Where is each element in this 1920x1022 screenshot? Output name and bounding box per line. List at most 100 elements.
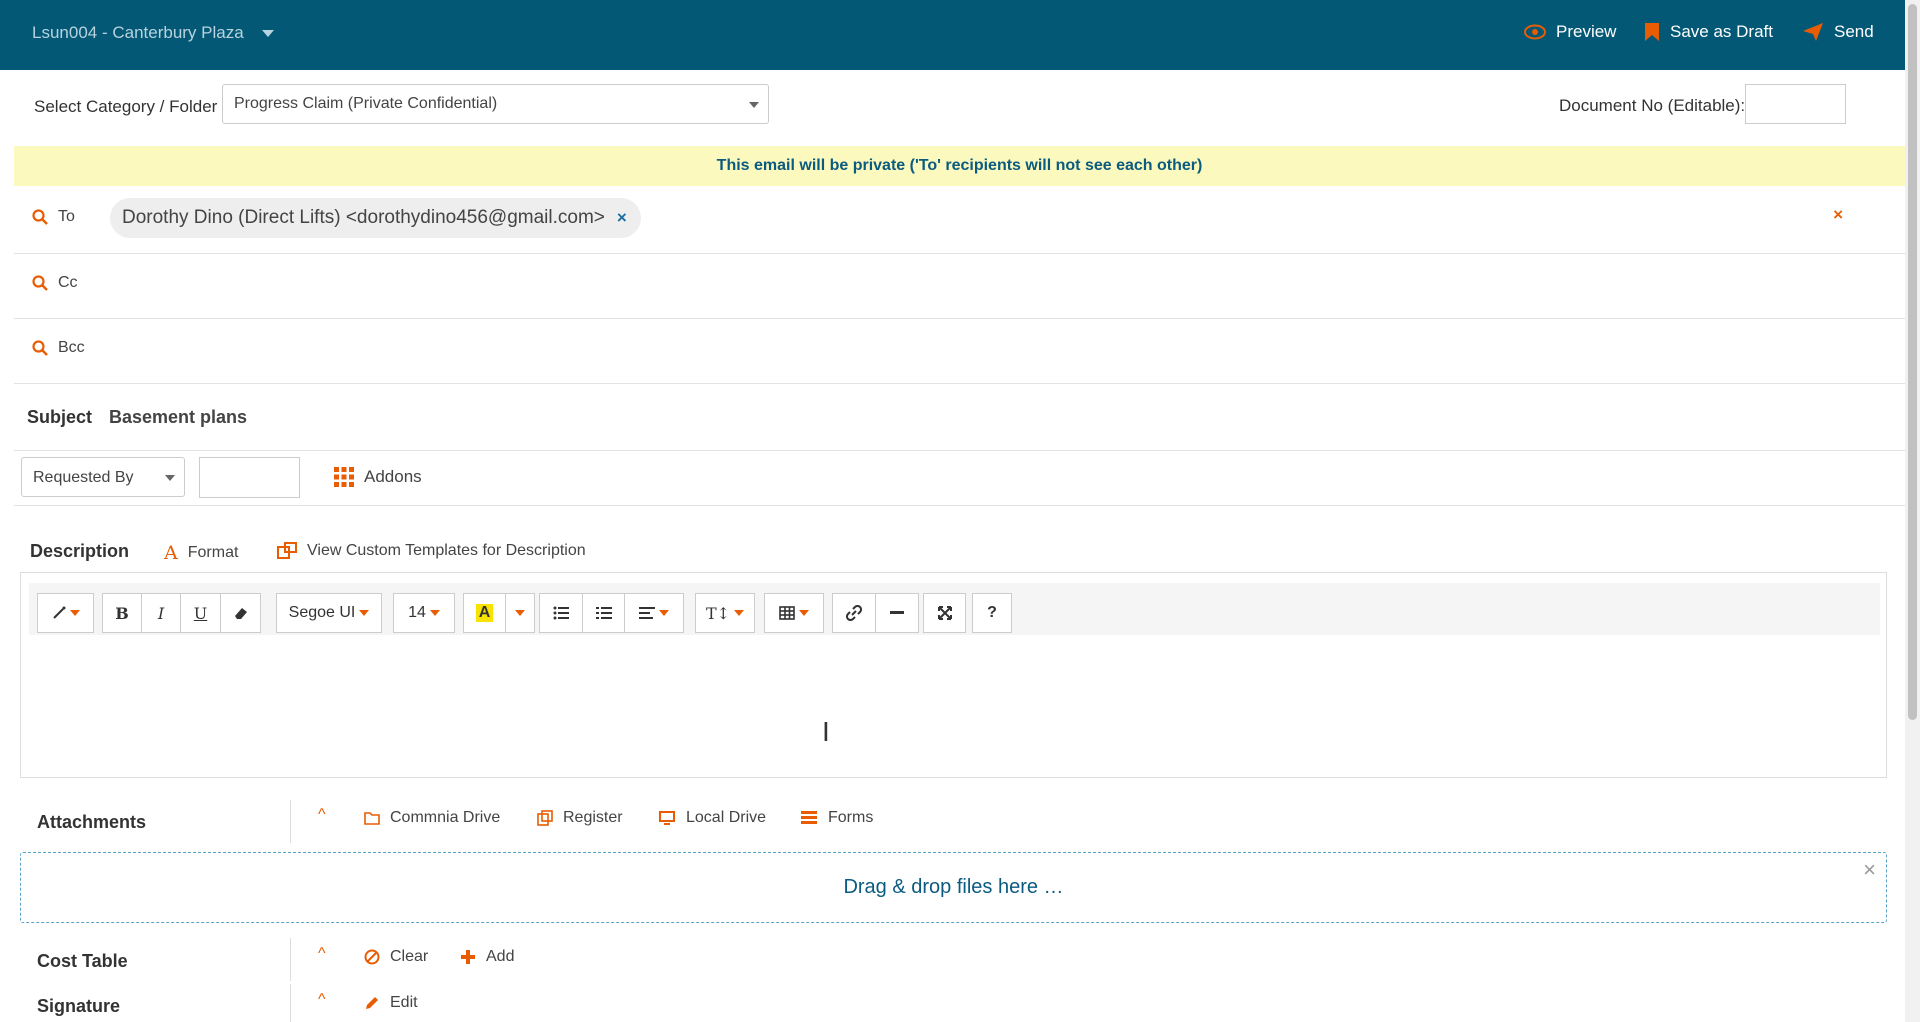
fullscreen-icon	[937, 606, 952, 620]
text-cursor-icon: I	[822, 716, 830, 747]
monitor-icon	[659, 811, 675, 825]
divider	[290, 800, 291, 843]
scrollbar-thumb[interactable]	[1908, 4, 1917, 720]
ban-icon	[364, 949, 380, 965]
save-draft-button[interactable]: Save as Draft	[1644, 22, 1773, 42]
highlight-color-icon: A	[475, 604, 494, 622]
addons-button[interactable]: Addons	[334, 467, 422, 487]
table-button[interactable]	[764, 593, 824, 633]
edit-signature-button[interactable]: Edit	[364, 994, 418, 1012]
bcc-lookup[interactable]: Bcc	[32, 339, 85, 357]
description-editor[interactable]: B I U Segoe UI 14 A T↕ ?	[20, 572, 1887, 778]
font-family-select[interactable]: Segoe UI	[276, 593, 382, 633]
paper-plane-icon	[1803, 23, 1823, 41]
templates-label: View Custom Templates for Description	[307, 542, 586, 559]
cc-lookup[interactable]: Cc	[32, 274, 78, 292]
register-button[interactable]: Register	[537, 809, 623, 827]
eraser-icon	[234, 608, 247, 619]
to-lookup[interactable]: To	[32, 208, 75, 226]
fullscreen-button[interactable]	[923, 593, 966, 633]
register-label: Register	[563, 809, 623, 826]
requested-by-input[interactable]	[199, 457, 300, 498]
commnia-drive-label: Commnia Drive	[390, 809, 501, 826]
chevron-down-icon	[749, 102, 759, 108]
subject-label: Subject	[27, 407, 93, 427]
add-cost-button[interactable]: Add	[460, 948, 514, 966]
category-label: Select Category / Folder	[34, 97, 218, 116]
requested-by-value: Requested By	[33, 469, 134, 486]
chevron-up-icon[interactable]: ^	[318, 806, 326, 824]
font-size-select[interactable]: 14	[393, 593, 455, 633]
italic-button[interactable]: I	[141, 593, 181, 633]
search-icon	[32, 209, 48, 225]
attachments-label: Attachments	[37, 812, 147, 832]
category-value: Progress Claim (Private Confidential)	[234, 95, 498, 112]
clear-recipients-icon[interactable]: ×	[1833, 205, 1843, 225]
eye-icon	[1524, 24, 1546, 40]
align-button[interactable]	[624, 593, 684, 633]
clear-cost-label: Clear	[390, 948, 429, 965]
editor-toolbar: B I U Segoe UI 14 A T↕ ?	[29, 583, 1880, 635]
color-dropdown[interactable]	[505, 593, 535, 633]
preview-button[interactable]: Preview	[1524, 22, 1616, 42]
divider	[290, 984, 291, 1022]
horizontal-rule-button[interactable]	[875, 593, 919, 633]
bullet-list-button[interactable]	[539, 593, 583, 633]
description-label: Description	[30, 541, 130, 561]
clear-format-button[interactable]	[220, 593, 261, 633]
register-icon	[537, 810, 553, 826]
privacy-banner: This email will be private ('To' recipie…	[14, 146, 1905, 186]
divider	[14, 450, 1905, 451]
clear-cost-button[interactable]: Clear	[364, 948, 428, 966]
templates-button[interactable]: View Custom Templates for Description	[277, 542, 586, 560]
doc-no-input[interactable]	[1745, 84, 1846, 124]
chevron-down-icon[interactable]	[262, 30, 274, 37]
requested-by-select[interactable]: Requested By	[21, 457, 185, 497]
link-button[interactable]	[832, 593, 876, 633]
help-button[interactable]: ?	[972, 593, 1012, 633]
bcc-row: Bcc	[14, 318, 1905, 384]
local-drive-label: Local Drive	[686, 809, 767, 826]
local-drive-button[interactable]: Local Drive	[658, 809, 766, 827]
cc-row: Cc	[14, 253, 1905, 319]
send-button[interactable]: Send	[1802, 22, 1874, 42]
numbered-list-button[interactable]	[582, 593, 625, 633]
search-icon	[32, 275, 48, 291]
templates-icon	[277, 542, 297, 559]
remove-recipient-icon[interactable]: ×	[617, 208, 627, 228]
folder-icon	[364, 812, 380, 825]
bcc-label: Bcc	[58, 339, 85, 356]
cost-table-label: Cost Table	[37, 951, 128, 971]
line-height-button[interactable]: T↕	[695, 593, 755, 633]
recipient-chip: Dorothy Dino (Direct Lifts) <dorothydino…	[110, 198, 641, 238]
font-format-icon: A	[164, 542, 178, 564]
commnia-drive-button[interactable]: Commnia Drive	[364, 809, 500, 827]
close-icon[interactable]: ×	[1863, 835, 1876, 904]
bookmark-icon	[1645, 23, 1659, 41]
format-button[interactable]: A Format	[164, 542, 238, 564]
chevron-up-icon[interactable]: ^	[318, 991, 326, 1009]
category-select[interactable]: Progress Claim (Private Confidential)	[222, 84, 769, 124]
forms-button[interactable]: Forms	[800, 809, 873, 827]
underline-button[interactable]: U	[180, 593, 221, 633]
project-selector[interactable]: Lsun004 - Canterbury Plaza	[32, 23, 244, 43]
addons-label: Addons	[364, 467, 422, 486]
subject-input[interactable]: Basement plans	[109, 407, 247, 428]
divider	[290, 938, 291, 981]
pencil-icon	[366, 997, 378, 1009]
send-label: Send	[1834, 22, 1874, 41]
align-left-icon	[639, 607, 655, 619]
file-dropzone[interactable]: Drag & drop files here … ×	[20, 852, 1887, 923]
text-height-icon: T↕	[705, 603, 731, 623]
preview-label: Preview	[1556, 22, 1617, 41]
highlight-color-button[interactable]: A	[463, 593, 506, 633]
grid-icon	[334, 467, 354, 487]
vertical-scrollbar[interactable]	[1905, 0, 1920, 1022]
save-draft-label: Save as Draft	[1670, 22, 1773, 41]
chevron-up-icon[interactable]: ^	[318, 945, 326, 963]
style-button[interactable]	[37, 593, 94, 633]
magic-wand-icon	[52, 606, 65, 619]
recipient-chip-text: Dorothy Dino (Direct Lifts) <dorothydino…	[122, 207, 605, 228]
plus-icon	[461, 950, 475, 964]
bold-button[interactable]: B	[102, 593, 142, 633]
